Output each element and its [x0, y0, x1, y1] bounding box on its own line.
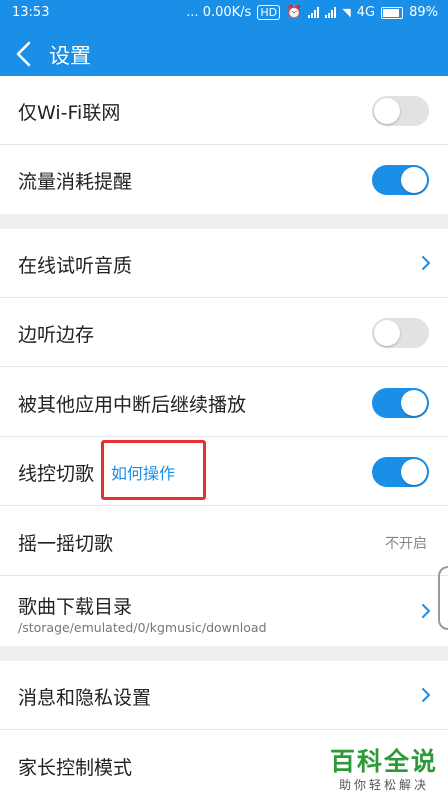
highlight-box [101, 440, 206, 500]
shake-switch-label: 摇一摇切歌 [18, 533, 114, 555]
listen-and-cache-label: 边听边存 [18, 324, 95, 346]
row-wifi-only[interactable]: 仅Wi-Fi联网 [0, 76, 448, 145]
toggle-knob [374, 98, 400, 124]
divider [0, 575, 448, 576]
page-title: 设置 [49, 44, 91, 68]
chevron-left-icon[interactable] [10, 38, 40, 70]
chevron-right-icon [422, 604, 430, 618]
status-icons: ... 0.00K/s HD ⏰ ◥ 4G 89% [186, 5, 438, 20]
toggle-knob [401, 390, 427, 416]
settings-group-playback: 在线试听音质 边听边存 被其他应用中断后继续播放 线控切歌 如何操作 摇一摇切歌… [0, 229, 448, 646]
divider [0, 729, 448, 730]
network-speed: ... 0.00K/s [186, 5, 252, 20]
watermark-subtitle: 助你轻松解决 [338, 778, 429, 792]
watermark: 百科全说 助你轻松解决 [330, 742, 438, 793]
wire-control-label: 线控切歌 [18, 463, 95, 485]
alarm-icon: ⏰ [286, 5, 303, 20]
row-wire-control[interactable]: 线控切歌 如何操作 [0, 437, 448, 506]
row-privacy[interactable]: 消息和隐私设置 [0, 661, 448, 730]
data-usage-reminder-label: 流量消耗提醒 [18, 171, 133, 193]
data-usage-reminder-toggle[interactable] [372, 165, 429, 195]
app-bar: 设置 [0, 26, 448, 82]
wifi-only-label: 仅Wi-Fi联网 [18, 102, 121, 124]
status-bar: 13:53 ... 0.00K/s HD ⏰ ◥ 4G 89% [0, 0, 448, 26]
download-dir-label: 歌曲下载目录 [18, 596, 133, 618]
resume-after-interrupt-toggle[interactable] [372, 388, 429, 418]
status-time: 13:53 [12, 5, 50, 20]
row-shake-switch[interactable]: 摇一摇切歌 不开启 [0, 507, 448, 576]
battery-level: 89% [409, 5, 438, 20]
wire-control-toggle[interactable] [372, 457, 429, 487]
online-quality-label: 在线试听音质 [18, 255, 133, 277]
row-resume-after-interrupt[interactable]: 被其他应用中断后继续播放 [0, 368, 448, 437]
chevron-right-icon [422, 256, 430, 270]
toggle-knob [374, 320, 400, 346]
row-online-quality[interactable]: 在线试听音质 [0, 229, 448, 298]
wifi-only-toggle[interactable] [372, 96, 429, 126]
wifi-icon: ◥ [342, 6, 351, 19]
chevron-right-icon [422, 688, 430, 702]
divider [0, 505, 448, 506]
signal-icon [325, 7, 337, 18]
toggle-knob [401, 459, 427, 485]
scroll-handle[interactable] [438, 566, 448, 630]
settings-group-network: 仅Wi-Fi联网 流量消耗提醒 [0, 76, 448, 214]
row-download-dir[interactable]: 歌曲下载目录 /storage/emulated/0/kgmusic/downl… [0, 577, 448, 646]
listen-and-cache-toggle[interactable] [372, 318, 429, 348]
row-listen-and-cache[interactable]: 边听边存 [0, 298, 448, 367]
battery-icon [381, 6, 404, 19]
watermark-title: 百科全说 [329, 747, 438, 776]
download-dir-path: /storage/emulated/0/kgmusic/download [18, 620, 267, 635]
toggle-knob [401, 167, 427, 193]
resume-after-interrupt-label: 被其他应用中断后继续播放 [18, 394, 247, 416]
shake-switch-value: 不开启 [385, 536, 427, 552]
signal-icon [308, 7, 320, 18]
parental-label: 家长控制模式 [18, 757, 133, 779]
row-data-usage-reminder[interactable]: 流量消耗提醒 [0, 145, 448, 214]
network-type: 4G [356, 5, 376, 20]
privacy-label: 消息和隐私设置 [18, 687, 152, 709]
hd-icon: HD [257, 5, 281, 20]
divider [0, 366, 448, 367]
